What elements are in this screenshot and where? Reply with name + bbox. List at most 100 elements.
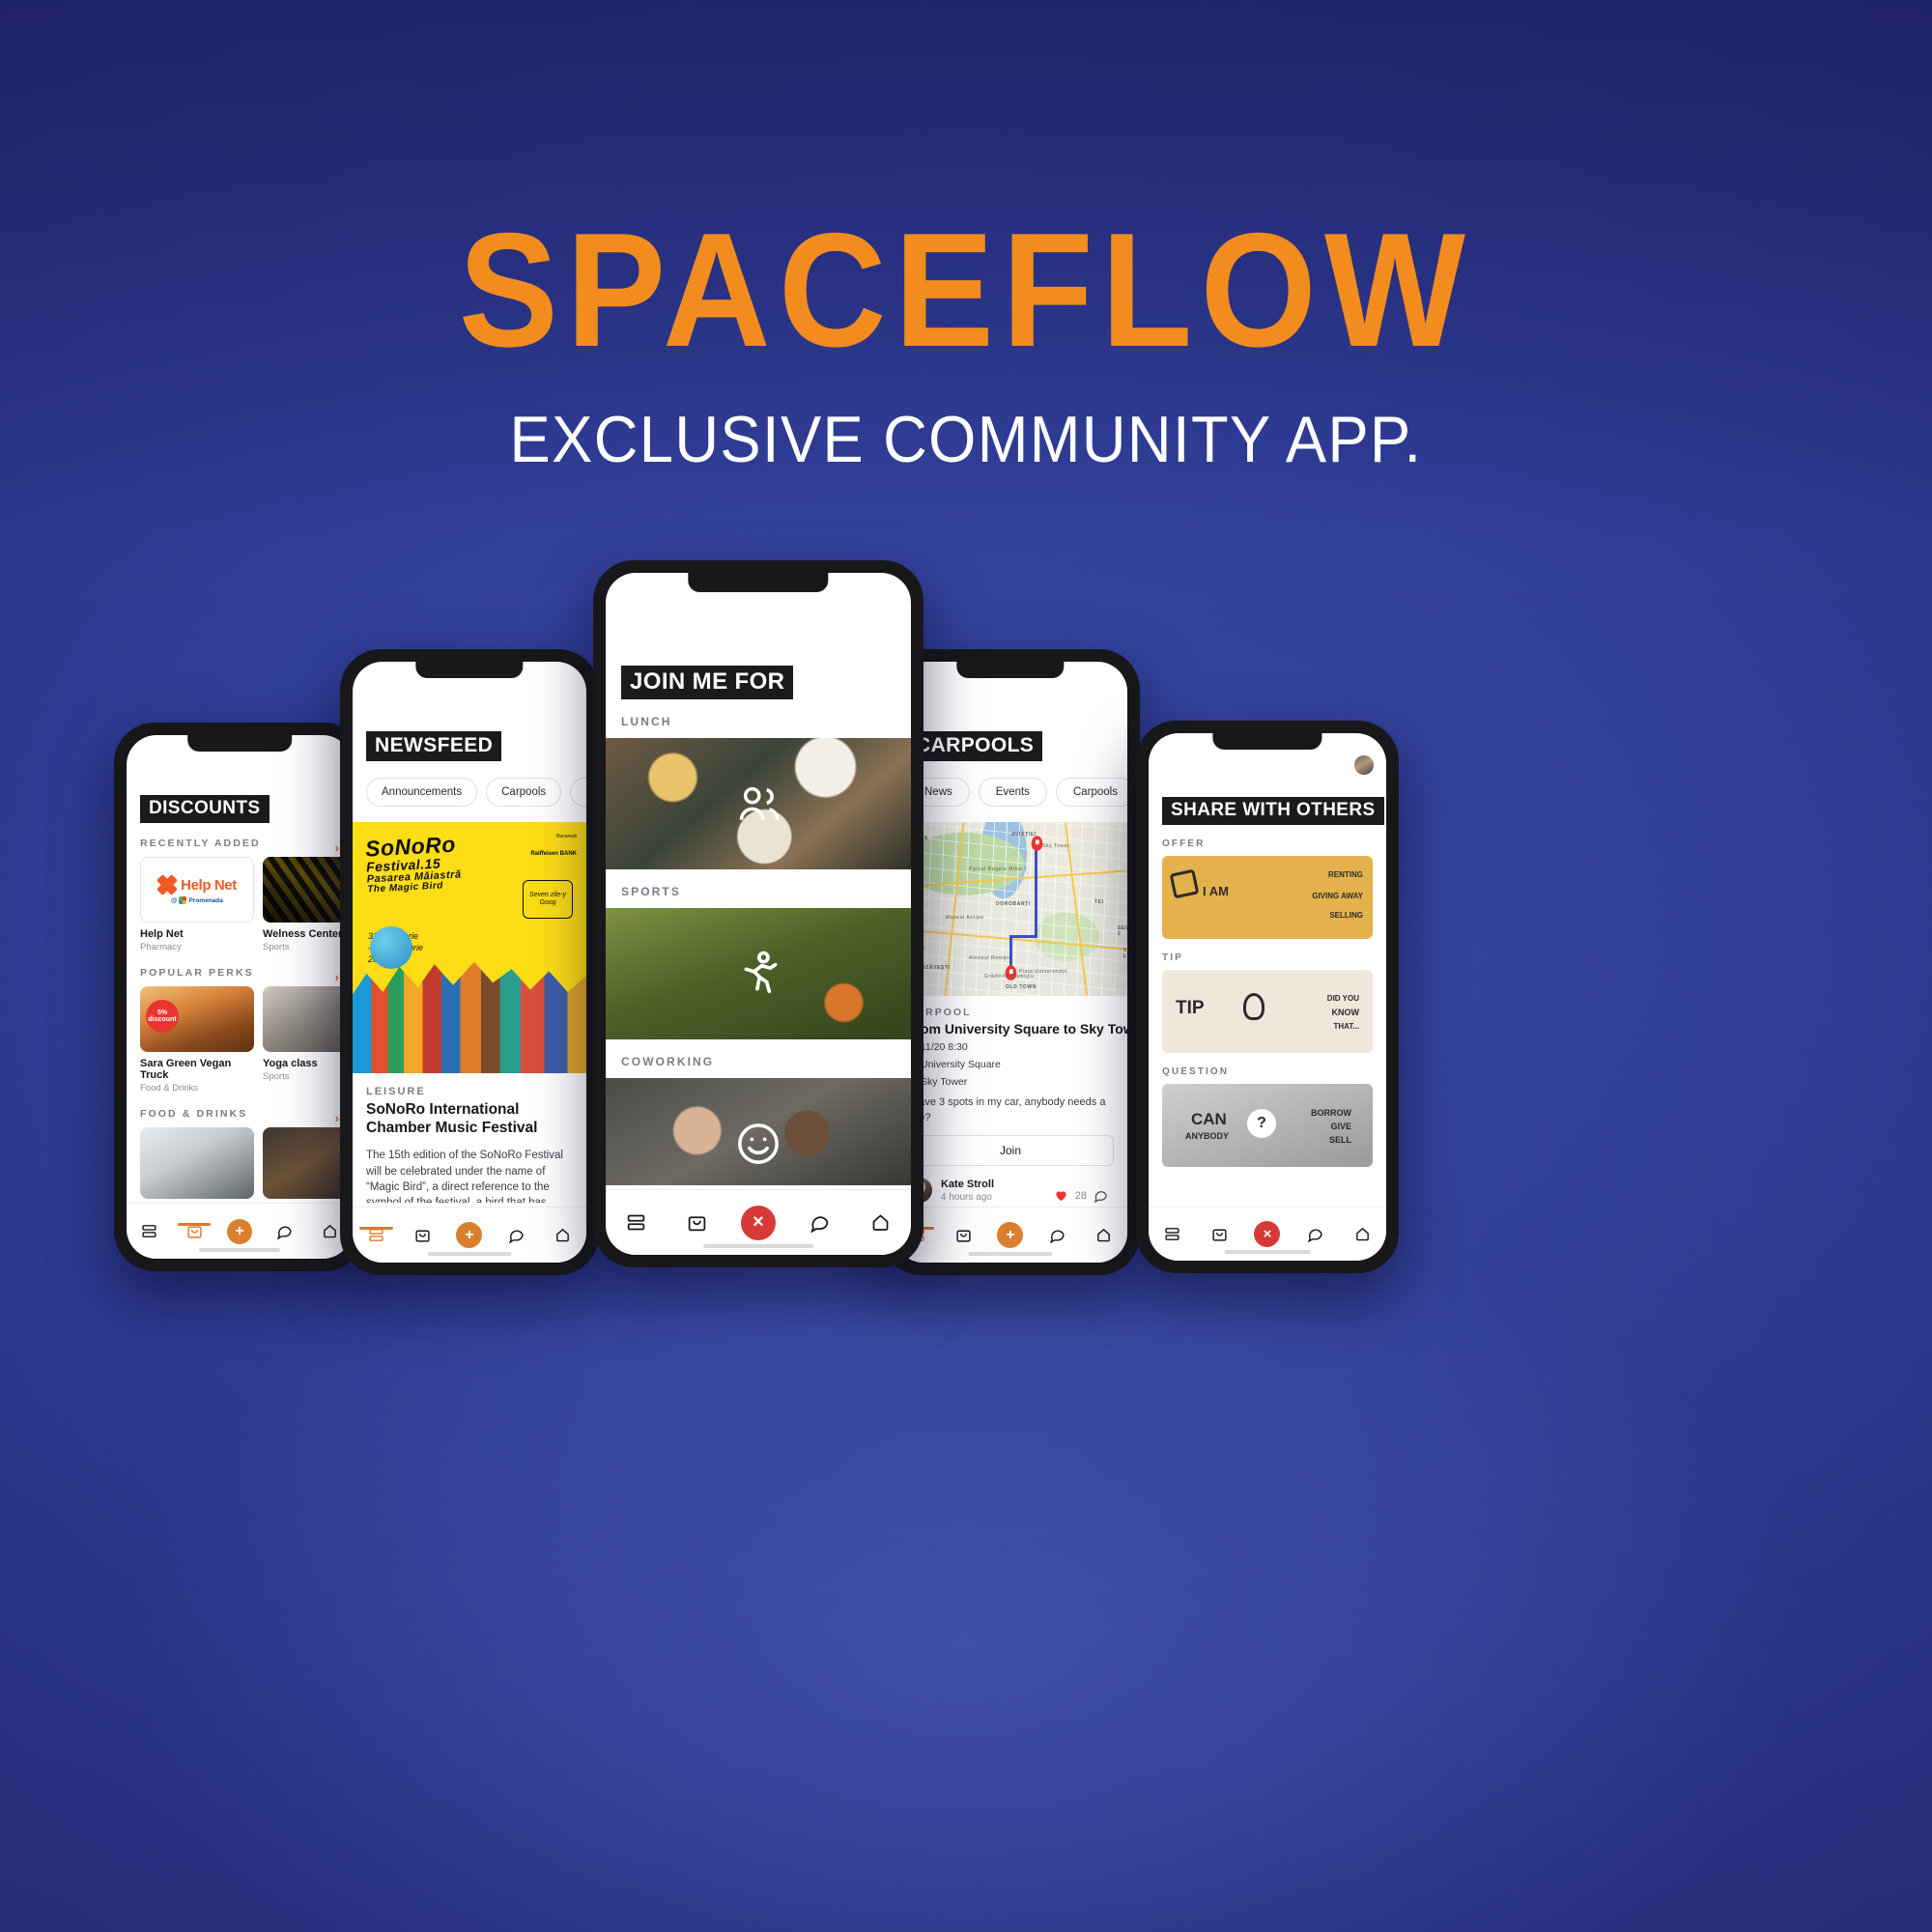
plus-fab[interactable]: + bbox=[456, 1222, 483, 1248]
share-screen: SHARE WITH OTHERS OFFER I AM RENTING GIV… bbox=[1149, 733, 1386, 1261]
section-label: POPULAR PERKS bbox=[140, 967, 254, 979]
nav-bag[interactable] bbox=[399, 1227, 445, 1243]
nav-add[interactable]: + bbox=[446, 1222, 493, 1248]
map-route bbox=[1035, 845, 1037, 938]
map-label: AVIAȚIEI bbox=[1011, 832, 1037, 838]
home-indicator bbox=[198, 1248, 281, 1252]
discount-card[interactable] bbox=[140, 1127, 254, 1199]
section-food-drinks-header: FOOD & DRINKS › bbox=[127, 1094, 353, 1127]
section-label-lunch: LUNCH bbox=[621, 715, 672, 728]
chat-icon bbox=[508, 1230, 524, 1243]
chip-announcements[interactable]: Announcements bbox=[366, 778, 478, 807]
tip-word-2: KNOW bbox=[1331, 1008, 1360, 1017]
phone-joinme: JOIN ME FOR LUNCH SPORTS COWORKING × bbox=[593, 560, 923, 1267]
tip-banner[interactable]: TIP DID YOU KNOW THAT... bbox=[1162, 970, 1373, 1053]
poster-title: SoNoRo Festival.15 Pasarea Măiastră The … bbox=[364, 831, 462, 895]
newsfeed-body: NEWSFEED Announcements Carpools Events S… bbox=[353, 662, 586, 1203]
home-indicator bbox=[703, 1244, 813, 1248]
nav-home[interactable] bbox=[1339, 1226, 1386, 1242]
discounts-body: DISCOUNTS RECENTLY ADDED › Help Net @ Pr… bbox=[127, 735, 353, 1199]
nav-chat[interactable] bbox=[789, 1212, 850, 1233]
nav-chat[interactable] bbox=[493, 1227, 539, 1243]
carpools-screen: CARPOOLS News Events Carpools AVIAȚIEI P… bbox=[894, 662, 1127, 1263]
chevron-right-icon[interactable]: › bbox=[335, 1111, 339, 1125]
carpool-kicker: CARPOOL bbox=[907, 1007, 972, 1018]
question-banner[interactable]: CAN ANYBODY ? BORROW GIVE SELL bbox=[1162, 1084, 1373, 1167]
poster-stamp: Seven zile-y Goog bbox=[523, 880, 573, 919]
nav-feed[interactable] bbox=[1149, 1226, 1196, 1242]
chip-carpools[interactable]: Carpools bbox=[1055, 778, 1127, 807]
join-button[interactable]: Join bbox=[907, 1135, 1114, 1167]
nav-bag[interactable] bbox=[1196, 1226, 1243, 1242]
profile-avatar[interactable] bbox=[1353, 754, 1375, 776]
plus-fab[interactable]: + bbox=[226, 1218, 252, 1244]
nav-chat[interactable] bbox=[1034, 1227, 1080, 1243]
question-word-2: BORROW bbox=[1311, 1108, 1351, 1118]
nav-feed[interactable] bbox=[353, 1227, 399, 1243]
offer-word-3: SELLING bbox=[1329, 911, 1363, 920]
section-popular-perks-header: POPULAR PERKS › bbox=[127, 952, 353, 986]
comment-icon[interactable] bbox=[1094, 1188, 1108, 1203]
origin-label: University Square bbox=[921, 1059, 1001, 1070]
offer-banner[interactable]: I AM RENTING GIVING AWAY SELLING bbox=[1162, 856, 1373, 939]
lunch-tile[interactable] bbox=[606, 738, 911, 869]
nav-home[interactable] bbox=[850, 1212, 911, 1233]
chip-carpools[interactable]: Carpools bbox=[486, 778, 562, 807]
nav-home[interactable] bbox=[1081, 1227, 1127, 1243]
chevron-right-icon[interactable]: › bbox=[335, 840, 339, 855]
carpools-title: CARPOOLS bbox=[907, 731, 1043, 761]
recently-added-cards: Help Net @ Promenada Help Net Pharmacy W… bbox=[127, 857, 353, 952]
coworking-tile[interactable] bbox=[606, 1078, 911, 1185]
discount-card[interactable]: 5% discount Sara Green Vegan Truck Food … bbox=[140, 986, 254, 1094]
map-label: Muzeul Antipa bbox=[946, 915, 984, 921]
carpool-map[interactable]: PAJURA AVIAȚIEI Parcul Regele Mihăi I Gr… bbox=[894, 822, 1127, 996]
home-icon bbox=[872, 1214, 889, 1231]
discount-card[interactable]: Help Net @ Promenada Help Net Pharmacy bbox=[140, 857, 254, 952]
nav-bag[interactable] bbox=[172, 1223, 217, 1239]
close-fab[interactable]: × bbox=[1254, 1221, 1281, 1247]
nav-chat[interactable] bbox=[1292, 1226, 1339, 1242]
feed-icon bbox=[1165, 1228, 1179, 1240]
close-fab[interactable]: × bbox=[740, 1205, 776, 1240]
plus-fab[interactable]: + bbox=[997, 1222, 1024, 1248]
nav-close[interactable]: × bbox=[727, 1205, 788, 1240]
article-headline: SoNoRo International Chamber Music Festi… bbox=[366, 1101, 538, 1137]
map-label: Ateneul Român bbox=[969, 955, 1010, 961]
tip-word-1: DID YOU bbox=[1326, 994, 1359, 1003]
nav-bag[interactable] bbox=[667, 1212, 727, 1233]
poster-city-illustration bbox=[353, 961, 586, 1073]
chip-events[interactable]: Events bbox=[570, 778, 586, 807]
nav-home[interactable] bbox=[540, 1227, 586, 1243]
helpnet-brand: Help Net bbox=[181, 876, 237, 894]
offer-word-2: GIVING AWAY bbox=[1312, 892, 1363, 900]
promenada-star-icon bbox=[179, 896, 187, 904]
carpool-datetime: 11/11/20 8:30 bbox=[907, 1041, 968, 1053]
nav-feed[interactable] bbox=[606, 1212, 667, 1233]
map-label: VATRA LUMINOASĂ bbox=[1123, 948, 1127, 959]
article-body: The 15th edition of the SoNoRo Festival … bbox=[366, 1150, 563, 1203]
card-title: Sara Green Vegan Truck bbox=[140, 1058, 232, 1081]
nav-feed[interactable] bbox=[127, 1223, 172, 1239]
chevron-right-icon[interactable]: › bbox=[335, 970, 339, 984]
heart-icon[interactable] bbox=[1054, 1188, 1068, 1203]
food-drinks-cards bbox=[127, 1127, 353, 1199]
feed-icon bbox=[627, 1214, 645, 1231]
sonoro-poster[interactable]: SoNoRo Festival.15 Pasarea Măiastră The … bbox=[353, 822, 586, 1073]
nav-close[interactable]: × bbox=[1243, 1221, 1291, 1247]
nav-bag[interactable] bbox=[940, 1227, 986, 1243]
chip-events[interactable]: Events bbox=[978, 778, 1047, 807]
reactions: 28 bbox=[1054, 1188, 1108, 1203]
bag-icon bbox=[415, 1230, 430, 1242]
phone-newsfeed: NEWSFEED Announcements Carpools Events S… bbox=[340, 649, 599, 1275]
nav-chat[interactable] bbox=[262, 1223, 307, 1239]
sports-tile[interactable] bbox=[606, 908, 911, 1039]
nav-add[interactable]: + bbox=[217, 1218, 263, 1244]
notch bbox=[956, 662, 1065, 678]
carpools-body: CARPOOLS News Events Carpools AVIAȚIEI P… bbox=[894, 662, 1127, 1203]
home-icon bbox=[324, 1224, 336, 1238]
section-recently-added-header: RECENTLY ADDED › bbox=[127, 823, 353, 857]
notch bbox=[187, 735, 292, 752]
share-body: SHARE WITH OTHERS OFFER I AM RENTING GIV… bbox=[1149, 733, 1386, 1205]
chat-icon bbox=[277, 1226, 292, 1239]
nav-add[interactable]: + bbox=[987, 1222, 1034, 1248]
